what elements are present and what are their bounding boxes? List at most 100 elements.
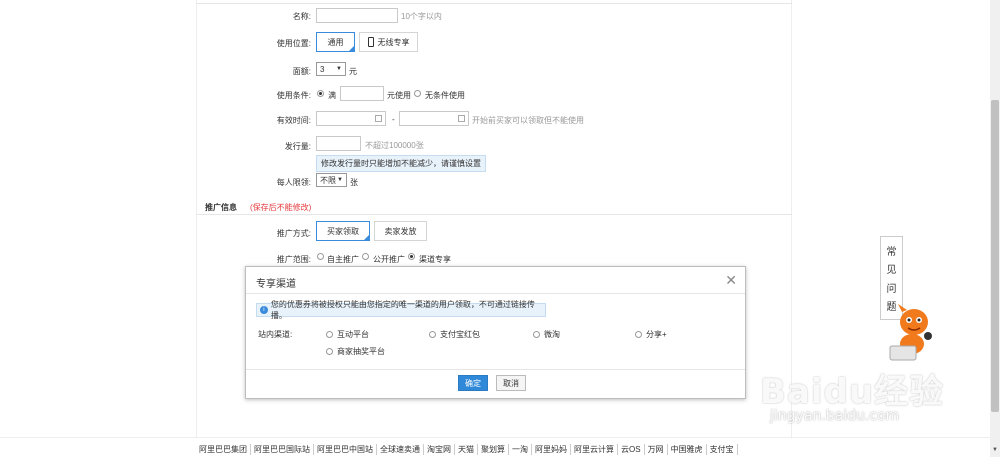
left-gutter [0,0,196,437]
denomination-select[interactable]: 3 ▼ [316,62,346,76]
footer: 阿里巴巴集团 阿里巴巴国际站 阿里巴巴中国站 全球速卖通 淘宝网 天猫 聚划算 … [0,437,1000,457]
footer-link[interactable]: 阿里巴巴国际站 [251,444,314,455]
position-general-text: 通用 [327,37,344,47]
condition-none-text: 无条件使用 [425,91,465,100]
footer-link[interactable]: 聚划算 [478,444,509,455]
dialog-title: 专享渠道 [256,279,296,290]
footer-link[interactable]: 中国雅虎 [668,444,707,455]
channel-text: 微淘 [544,330,560,339]
faq-char: 常 [886,246,897,258]
footer-link[interactable]: 一淘 [509,444,532,455]
scope-channel-text: 渠道专享 [419,255,451,264]
confirm-button[interactable]: 确定 [458,375,488,391]
condition-label: 使用条件: [276,91,311,100]
position-general-option[interactable]: 通用 [316,32,355,52]
channel-option-lottery[interactable]: 商家抽奖平台 [326,346,385,357]
scrollbar[interactable]: ▼ [990,0,1000,457]
faq-char: 见 [886,265,897,277]
promotion-buyer-option[interactable]: 买家领取 [316,221,370,241]
mascot-icon[interactable] [888,302,936,364]
channel-radio[interactable] [326,348,333,356]
end-date-input[interactable] [399,111,469,126]
top-divider [196,3,792,4]
issue-input[interactable] [316,136,361,151]
dialog-footer-divider [246,369,745,370]
channel-text: 商家抽奖平台 [337,347,385,356]
cancel-button[interactable]: 取消 [496,375,526,391]
condition-none-radio[interactable] [414,90,421,97]
channel-option-weitao[interactable]: 微淘 [533,329,560,340]
mobile-icon [367,37,374,47]
validity-hint: 开始前买家可以领取但不能使用 [472,116,584,125]
footer-link[interactable]: 阿里巴巴集团 [196,444,251,455]
footer-link[interactable]: 阿里巴巴中国站 [314,444,377,455]
close-icon[interactable]: ✕ [725,272,737,289]
promotion-seller-text: 卖家发放 [384,226,417,236]
condition-amount-input[interactable] [340,86,384,101]
footer-link[interactable]: 阿里妈妈 [532,444,571,455]
scrollbar-thumb[interactable] [991,100,999,412]
channel-label: 站内渠道: [258,330,293,339]
denomination-label: 面额: [292,67,311,76]
name-hint: 10个字以内 [401,12,442,21]
issue-note: 修改发行量时只能增加不能减少，请谨慎设置 [316,155,486,172]
position-wireless-option[interactable]: 无线专享 [359,32,418,52]
calendar-icon [375,115,382,122]
scope-public-radio[interactable] [362,253,369,260]
start-date-input[interactable] [316,111,386,126]
channel-radio[interactable] [635,331,642,339]
promotion-buyer-text: 买家领取 [327,226,359,236]
channel-radio[interactable] [326,331,333,339]
promotion-title: 推广信息 [205,203,237,212]
footer-link[interactable]: 淘宝网 [424,444,455,455]
channel-text: 互动平台 [337,330,369,339]
denomination-unit: 元 [349,67,357,76]
validity-dash: - [392,115,395,124]
promotion-seller-option[interactable]: 卖家发放 [374,221,427,241]
channel-radio[interactable] [533,331,540,339]
scope-channel-radio[interactable] [408,253,415,260]
scope-self-radio[interactable] [317,253,324,260]
calendar-icon [458,115,465,122]
limit-select[interactable]: 不限 ▼ [316,173,347,187]
channel-text: 分享+ [646,330,667,339]
scroll-down-icon[interactable]: ▼ [991,447,999,455]
dialog-info-text: 您的优惠券将被授权只能由您指定的唯一渠道的用户领取，不可通过链接传播。 [270,300,535,320]
limit-unit: 张 [350,178,358,187]
exclusive-channel-dialog: 专享渠道 ✕ i 您的优惠券将被授权只能由您指定的唯一渠道的用户领取，不可通过链… [245,266,746,399]
faq-char: 问 [886,283,897,295]
condition-full-radio[interactable] [317,90,324,97]
limit-value: 不限 [320,175,336,185]
name-input[interactable] [316,8,398,23]
footer-link[interactable]: 万网 [645,444,668,455]
watermark-main: Baidu经验 [760,372,945,412]
channel-radio[interactable] [429,331,436,339]
promotion-method-label: 推广方式: [276,229,311,238]
watermark-sub: jingyan.baidu.com [770,408,900,424]
issue-hint: 不超过100000张 [365,141,424,150]
caret-down-icon: ▼ [337,177,343,183]
info-icon: i [260,306,268,314]
footer-links: 阿里巴巴集团 阿里巴巴国际站 阿里巴巴中国站 全球速卖通 淘宝网 天猫 聚划算 … [196,444,738,455]
issue-label: 发行量: [284,142,311,151]
footer-link[interactable]: 天猫 [455,444,478,455]
watermark: Baidu经验 jingyan.baidu.com [760,364,980,444]
name-label: 名称: [292,12,311,21]
promotion-section-header: 推广信息 (保存后不能修改) [196,197,792,215]
footer-link[interactable]: 云OS [618,444,645,455]
scope-public-text: 公开推广 [373,255,405,264]
footer-link[interactable]: 支付宝 [707,444,738,455]
channel-option-interactive[interactable]: 互动平台 [326,329,369,340]
promotion-warning: (保存后不能修改) [250,203,312,212]
promotion-scope-label: 推广范围: [276,255,311,264]
scope-self-text: 自主推广 [327,255,359,264]
footer-link[interactable]: 阿里云计算 [571,444,618,455]
condition-unit: 元使用 [387,91,411,100]
dialog-header: 专享渠道 ✕ [246,267,745,294]
channel-option-share[interactable]: 分享+ [635,329,667,340]
position-label: 使用位置: [276,39,311,48]
footer-link[interactable]: 全球速卖通 [377,444,424,455]
validity-label: 有效时间: [276,116,311,125]
caret-down-icon: ▼ [336,66,342,72]
channel-option-alipay[interactable]: 支付宝红包 [429,329,480,340]
